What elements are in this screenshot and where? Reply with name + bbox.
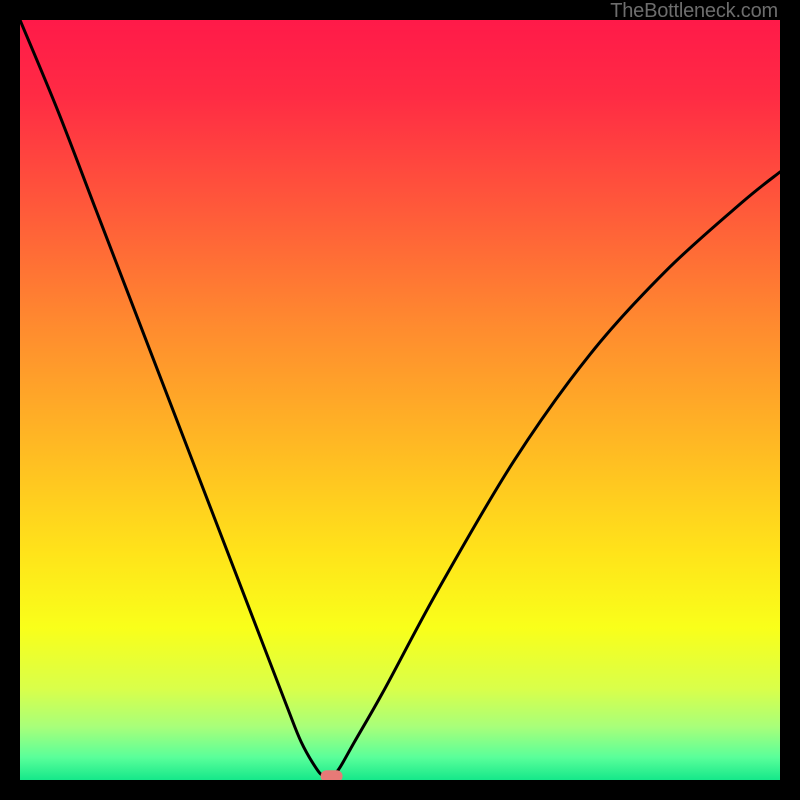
watermark-text: TheBottleneck.com — [610, 0, 778, 23]
chart-container: TheBottleneck.com — [0, 0, 800, 800]
chart-svg — [20, 20, 780, 780]
gradient-background — [20, 20, 780, 780]
optimum-marker — [321, 770, 343, 780]
plot-area — [20, 20, 780, 780]
